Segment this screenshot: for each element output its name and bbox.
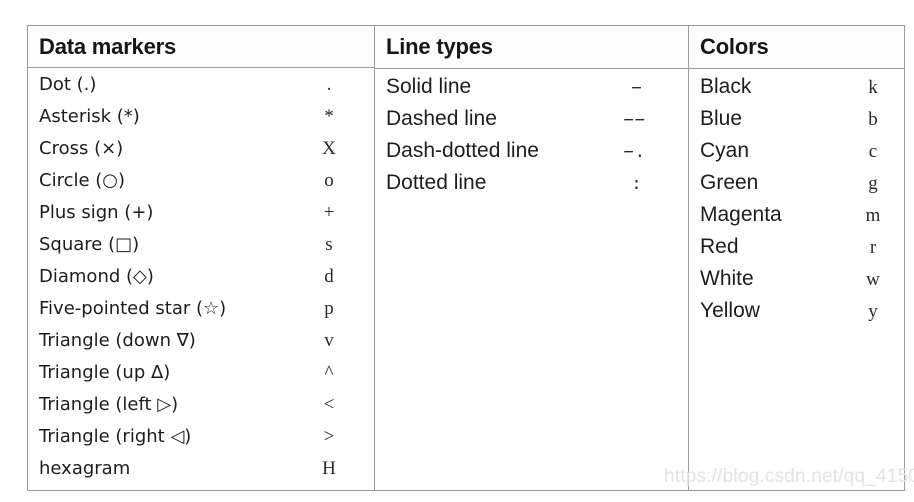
row-label: Triangle (down ∇) bbox=[39, 330, 196, 351]
row-label: Cross (×) bbox=[39, 138, 124, 159]
row-code: −− bbox=[623, 110, 646, 130]
row-code: X bbox=[322, 138, 336, 159]
row-code: > bbox=[323, 426, 335, 447]
column-body-colors: Black k Blue b Cyan c Green g Magenta m … bbox=[689, 69, 904, 490]
table-row: Circle (○) o bbox=[28, 170, 374, 202]
table-row: Diamond (◇) d bbox=[28, 266, 374, 298]
row-label: Triangle (up Δ) bbox=[39, 362, 171, 383]
row-label: Square (□) bbox=[39, 234, 140, 255]
column-header-line-types: Line types bbox=[375, 26, 688, 69]
table-row: Black k bbox=[689, 75, 904, 107]
row-code: s bbox=[325, 234, 333, 255]
row-code: −. bbox=[623, 142, 646, 162]
row-label: Circle (○) bbox=[39, 170, 126, 191]
table-row: Triangle (down ∇) v bbox=[28, 330, 374, 362]
row-label: Triangle (right ◁) bbox=[39, 426, 192, 447]
table-row: Yellow y bbox=[689, 299, 904, 331]
row-code: b bbox=[868, 109, 878, 130]
row-code: < bbox=[323, 394, 335, 415]
table-row: Triangle (up Δ) ^ bbox=[28, 362, 374, 394]
row-label: Dotted line bbox=[386, 171, 487, 194]
row-code: * bbox=[324, 106, 334, 127]
row-code: d bbox=[324, 266, 334, 287]
row-code: v bbox=[324, 330, 334, 351]
row-code: m bbox=[865, 205, 881, 226]
table-row: Plus sign (+) + bbox=[28, 202, 374, 234]
row-code: o bbox=[324, 170, 334, 191]
row-code: p bbox=[324, 298, 334, 319]
column-data-markers: Data markers Dot (.) . Asterisk (*) * Cr… bbox=[28, 26, 375, 490]
table-row: Solid line − bbox=[375, 75, 688, 107]
row-code: + bbox=[323, 202, 335, 223]
row-label: Triangle (left ▷) bbox=[39, 394, 179, 415]
row-label: Green bbox=[700, 171, 759, 194]
table-row: hexagram H bbox=[28, 458, 374, 490]
table-row: Triangle (right ◁) > bbox=[28, 426, 374, 458]
column-header-label: Data markers bbox=[39, 33, 177, 59]
row-code: ^ bbox=[324, 362, 334, 383]
table-row: Green g bbox=[689, 171, 904, 203]
row-label: Plus sign (+) bbox=[39, 202, 154, 223]
column-header-label: Colors bbox=[700, 34, 769, 59]
row-code: : bbox=[631, 174, 643, 194]
column-line-types: Line types Solid line − Dashed line −− D… bbox=[375, 26, 689, 490]
table-row: Dash-dotted line −. bbox=[375, 139, 688, 171]
table-row: Five-pointed star (☆) p bbox=[28, 298, 374, 330]
row-code: r bbox=[869, 237, 877, 258]
row-code: g bbox=[868, 173, 878, 194]
column-colors: Colors Black k Blue b Cyan c Green g Mag… bbox=[689, 26, 904, 490]
table-row: Dashed line −− bbox=[375, 107, 688, 139]
row-label: Dot (.) bbox=[39, 74, 97, 95]
row-label: Black bbox=[700, 75, 752, 98]
row-label: Dash-dotted line bbox=[386, 139, 539, 162]
row-label: Diamond (◇) bbox=[39, 266, 154, 287]
table-row: White w bbox=[689, 267, 904, 299]
row-label: Magenta bbox=[700, 203, 782, 226]
table-row: Magenta m bbox=[689, 203, 904, 235]
column-body-data-markers: Dot (.) . Asterisk (*) * Cross (×) X Cir… bbox=[28, 68, 374, 490]
table-row: Dotted line : bbox=[375, 171, 688, 203]
row-code: k bbox=[868, 77, 878, 98]
row-code: w bbox=[866, 269, 880, 290]
row-label: Cyan bbox=[700, 139, 750, 162]
table-row: Asterisk (*) * bbox=[28, 106, 374, 138]
column-header-colors: Colors bbox=[689, 26, 904, 69]
table-row: Cross (×) X bbox=[28, 138, 374, 170]
row-code: c bbox=[868, 141, 878, 162]
row-code: − bbox=[631, 78, 643, 98]
table-row: Square (□) s bbox=[28, 234, 374, 266]
row-label: hexagram bbox=[39, 458, 131, 479]
table-row: Blue b bbox=[689, 107, 904, 139]
row-label: Solid line bbox=[386, 75, 472, 98]
row-code: . bbox=[326, 74, 332, 95]
column-body-line-types: Solid line − Dashed line −− Dash-dotted … bbox=[375, 69, 688, 490]
row-code: y bbox=[868, 301, 878, 322]
row-label: Yellow bbox=[700, 299, 760, 322]
table-row: Triangle (left ▷) < bbox=[28, 394, 374, 426]
row-code: H bbox=[322, 458, 336, 479]
row-label: Five-pointed star (☆) bbox=[39, 298, 227, 319]
column-header-label: Line types bbox=[386, 34, 493, 59]
row-label: Red bbox=[700, 235, 739, 258]
reference-table: Data markers Dot (.) . Asterisk (*) * Cr… bbox=[27, 25, 905, 491]
column-header-data-markers: Data markers bbox=[28, 26, 374, 68]
row-label: Asterisk (*) bbox=[39, 106, 140, 127]
row-label: White bbox=[700, 267, 754, 290]
table-row: Dot (.) . bbox=[28, 74, 374, 106]
row-label: Dashed line bbox=[386, 107, 497, 130]
row-label: Blue bbox=[700, 107, 743, 130]
table-row: Cyan c bbox=[689, 139, 904, 171]
table-row: Red r bbox=[689, 235, 904, 267]
